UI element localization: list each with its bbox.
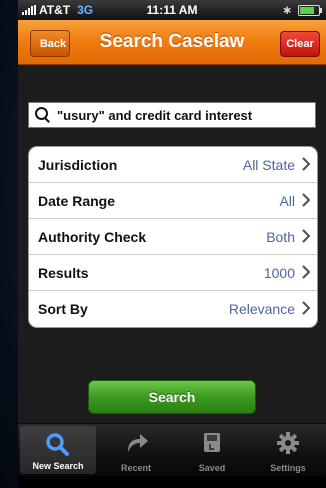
option-label: Jurisdiction <box>38 156 118 173</box>
tab-label: Saved <box>198 463 226 473</box>
tab-label: Recent <box>120 463 151 473</box>
option-row-authority-check[interactable]: Authority Check Both <box>29 219 317 255</box>
status-bar: AT&T 3G 11:11 AM ∗ <box>18 0 326 20</box>
search-icon <box>35 107 51 123</box>
chevron-right-icon <box>302 301 310 315</box>
option-value: All <box>279 192 295 209</box>
option-label: Results <box>38 264 89 281</box>
tab-settings[interactable]: Settings <box>250 424 326 476</box>
option-value: Both <box>266 228 295 245</box>
search-query-text: "usury" and credit card interest <box>57 107 253 123</box>
option-label: Date Range <box>38 192 116 209</box>
gear-icon <box>277 432 299 454</box>
tab-new-search[interactable]: New Search <box>20 426 96 474</box>
option-value: All State <box>242 156 295 173</box>
chevron-right-icon <box>302 229 310 243</box>
option-row-date-range[interactable]: Date Range All <box>29 183 317 219</box>
recent-arrow-icon <box>128 434 148 452</box>
bluetooth-icon: ∗ <box>281 3 292 17</box>
tab-saved[interactable]: Saved <box>174 424 250 476</box>
tab-label: Settings <box>270 463 306 473</box>
saved-icon <box>204 433 220 452</box>
search-icon <box>46 433 69 456</box>
option-row-jurisdiction[interactable]: Jurisdiction All State <box>29 147 317 183</box>
chevron-right-icon <box>302 193 310 207</box>
tab-label: New Search <box>32 461 84 471</box>
option-row-sort-by[interactable]: Sort By Relevance <box>29 291 317 327</box>
option-label: Sort By <box>38 301 88 317</box>
option-row-results[interactable]: Results 1000 <box>29 255 317 291</box>
tab-recent[interactable]: Recent <box>98 424 174 476</box>
option-value: 1000 <box>263 264 295 281</box>
chevron-right-icon <box>302 265 310 279</box>
battery-icon <box>298 4 322 16</box>
search-input[interactable]: "usury" and credit card interest <box>28 102 316 128</box>
option-label: Authority Check <box>38 228 147 245</box>
clear-button[interactable]: Clear <box>280 31 320 57</box>
back-button[interactable]: Back <box>30 30 70 57</box>
status-time: 11:11 AM <box>146 3 198 17</box>
search-options-list: Jurisdiction All State Date Range All Au… <box>28 146 318 328</box>
search-button[interactable]: Search <box>88 380 256 414</box>
phone-screen: AT&T 3G 11:11 AM ∗ Search Caselaw Back C… <box>18 0 326 488</box>
tab-bar: New Search Recent Saved Settings <box>18 424 326 476</box>
option-value: Relevance <box>228 301 295 317</box>
chevron-right-icon <box>302 157 310 171</box>
